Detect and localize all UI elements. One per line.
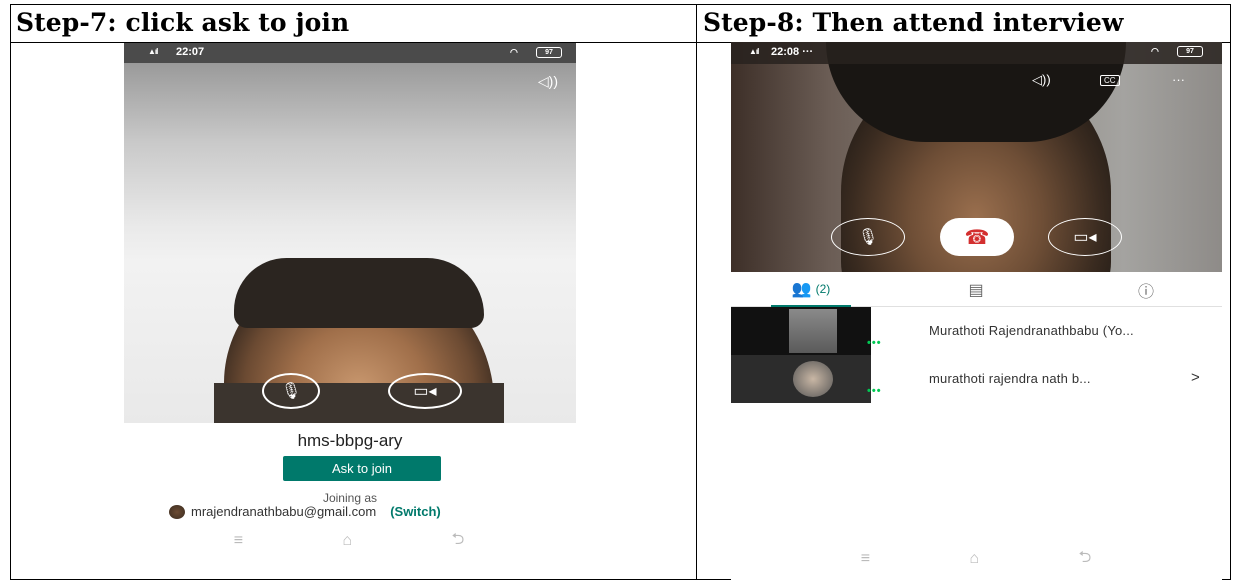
back-icon[interactable]: ⮌ — [1078, 546, 1091, 573]
captions-icon[interactable]: CC — [1100, 75, 1120, 86]
chevron-right-icon[interactable]: > — [1191, 369, 1200, 386]
back-icon[interactable]: ⮌ — [451, 528, 464, 555]
call-tabs: 👥 (2) ▤ ⓘ — [731, 272, 1222, 307]
step-7-heading: Step-7: click ask to join — [16, 8, 350, 37]
account-email: mrajendranathbabu@gmail.com — [191, 504, 377, 519]
account-row: mrajendranathbabu@gmail.com (Switch) — [169, 504, 441, 519]
camera-toggle-button[interactable]: ▭◂ — [388, 373, 462, 409]
speaker-icon[interactable]: ◁)) — [1032, 72, 1051, 88]
status-time: 22:08 ··· — [771, 46, 814, 58]
prejoin-screenshot: ▲ıl 22:07 ◠ 97 ◁)) 🎙 ▭◂ hms-bbpg-ary Ask… — [124, 43, 576, 570]
signal-icon: ▲ıl — [148, 47, 158, 56]
speaking-indicator: ••• — [867, 385, 882, 397]
battery-icon: 97 — [536, 47, 562, 58]
chat-icon: ▤ — [968, 281, 984, 299]
participant-thumbnail — [731, 307, 871, 355]
info-icon: ⓘ — [1137, 283, 1154, 301]
table-column-divider — [696, 4, 697, 580]
tab-info[interactable]: ⓘ — [1111, 272, 1181, 307]
menu-icon[interactable]: ≡ — [234, 532, 243, 550]
mic-icon: 🎙 — [857, 229, 879, 246]
end-call-button[interactable]: ☎ — [940, 218, 1014, 256]
home-icon[interactable]: ⌂ — [342, 532, 352, 550]
status-bar: ▲ıl 22:07 ◠ 97 — [124, 43, 576, 63]
battery-icon: 97 — [1177, 46, 1203, 57]
participant-name: Murathoti Rajendranathbabu (Yo... — [929, 323, 1134, 338]
status-bar: ▲ıl 22:08 ··· ◠ 97 — [731, 42, 1222, 64]
speaking-indicator: ••• — [867, 337, 882, 349]
step-8-heading: Step-8: Then attend interview — [703, 8, 1124, 37]
mic-toggle-button[interactable]: 🎙 — [831, 218, 905, 256]
android-nav-bar: ≡ ⌂ ⮌ — [184, 530, 514, 552]
in-call-screenshot: 🎙 ☎ ▭◂ ▲ıl 22:08 ··· ◠ 97 ◁)) CC ··· 👥 (… — [731, 42, 1222, 580]
tab-people[interactable]: 👥 (2) — [771, 272, 851, 307]
tab-chat[interactable]: ▤ — [941, 272, 1011, 307]
self-video-preview: ◁)) 🎙 ▭◂ — [124, 63, 576, 423]
mic-toggle-button[interactable]: 🎙 — [262, 373, 320, 409]
menu-icon[interactable]: ≡ — [861, 550, 870, 568]
call-toolbar: ◁)) CC ··· — [1022, 72, 1222, 96]
people-icon: 👥 — [791, 280, 812, 298]
home-icon[interactable]: ⌂ — [969, 550, 979, 568]
participant-row[interactable]: ••• murathoti rajendra nath b... > — [731, 355, 1222, 403]
camera-icon: ▭◂ — [413, 383, 437, 400]
end-call-icon: ☎ — [964, 226, 990, 249]
signal-icon: ▲ıl — [749, 47, 759, 56]
wifi-icon: ◠ — [1151, 46, 1159, 56]
participant-thumbnail — [731, 355, 871, 403]
status-time: 22:07 — [176, 46, 205, 58]
user-hair — [234, 258, 484, 328]
switch-account-link[interactable]: (Switch) — [390, 504, 441, 519]
participant-row[interactable]: ••• Murathoti Rajendranathbabu (Yo... — [731, 307, 1222, 355]
camera-toggle-button[interactable]: ▭◂ — [1048, 218, 1122, 256]
participant-name: murathoti rajendra nath b... — [929, 371, 1091, 386]
people-count: (2) — [815, 281, 831, 296]
wifi-icon: ◠ — [510, 47, 518, 57]
avatar — [169, 504, 185, 519]
speaker-icon[interactable]: ◁)) — [538, 73, 558, 90]
camera-icon: ▭◂ — [1073, 229, 1097, 246]
mic-icon: 🎙 — [280, 383, 302, 400]
ask-to-join-button[interactable]: Ask to join — [283, 456, 441, 481]
joining-as-label: Joining as — [322, 491, 378, 505]
meeting-code: hms-bbpg-ary — [297, 431, 403, 450]
more-icon[interactable]: ··· — [1172, 72, 1185, 87]
android-nav-bar: ≡ ⌂ ⮌ — [811, 548, 1141, 570]
